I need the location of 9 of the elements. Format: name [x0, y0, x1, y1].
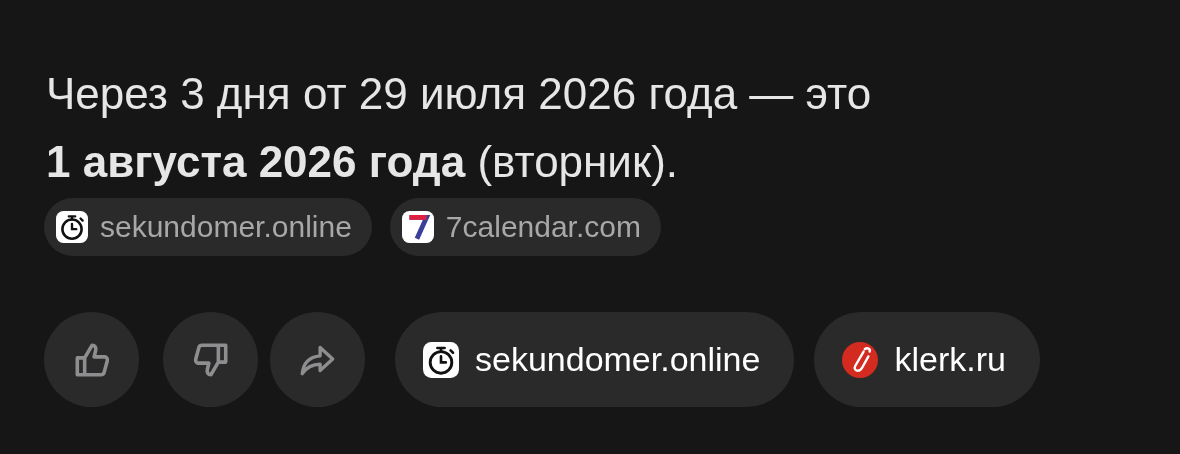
source-button[interactable]: sekundomer.online	[395, 312, 795, 407]
stopwatch-icon	[423, 341, 459, 378]
stopwatch-icon	[56, 211, 88, 243]
paperclip-icon	[842, 341, 879, 378]
calendar-icon	[401, 211, 434, 243]
answer-text: Через 3 дня от 29 июля 2026 года — это 1 августа 2026 года (вторник).	[46, 68, 873, 188]
source-link[interactable]: sekundomer.online	[44, 198, 372, 256]
source-button[interactable]: klerk.ru	[814, 312, 1040, 407]
source-link[interactable]: 7calendar.com	[389, 198, 661, 256]
